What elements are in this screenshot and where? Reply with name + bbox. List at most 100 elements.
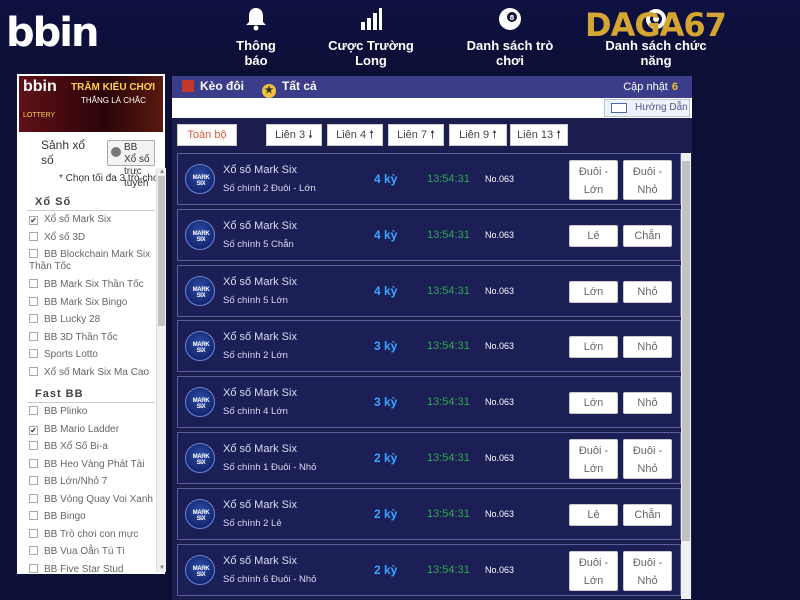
update-label: Cập nhật [623,81,668,93]
game-checkbox[interactable] [29,458,38,468]
sidebar-game-item[interactable]: BB Mark Six Bingo [29,296,155,309]
scroll-up-icon[interactable]: ▲ [159,169,165,175]
game-checkbox[interactable] [29,493,38,503]
mark-six-icon: MARK SIX [185,331,215,362]
sidebar-game-item[interactable]: ✔ Xổ số Mark Six [29,214,155,226]
promo-banner[interactable]: bbin TRĂM KIỂU CHƠI THẮNG LÀ CHẮC LOTTER… [19,76,163,132]
sidebar-game-item[interactable]: BB Trò chơi con mực [29,528,155,541]
guide-button[interactable]: Hướng Dẫn [604,99,690,117]
sidebar-game-item[interactable]: BB Five Star Stud [29,563,155,574]
game-checkbox[interactable] [29,231,38,241]
game-checkbox[interactable] [29,296,38,306]
tab-all[interactable]: ★ Tất cả [262,79,317,98]
bet-type: Số chính 2 Đuôi - Lớn [223,183,316,194]
bet-option-button[interactable]: Đuôi - Lớn [569,550,618,591]
bet-option-button[interactable]: Đuôi - Nhỏ [623,439,672,479]
scroll-thumb[interactable] [158,176,165,326]
bet-option-button[interactable]: Đuôi - Lớn [569,160,618,200]
sidebar-game-item[interactable]: BB Plinko [29,406,155,418]
nav-long-streak[interactable]: Cược Trường Long [312,6,430,68]
bet-option-button[interactable]: Chẵn [623,503,672,526]
sidebar-game-item[interactable]: Xổ số 3D [29,231,155,244]
filter-button[interactable]: Liên 9 🠕 [449,124,507,146]
scroll-thumb[interactable] [682,161,690,541]
game-checkbox[interactable] [29,279,38,288]
game-checkbox[interactable]: ✔ [29,216,38,225]
sidebar-scrollbar[interactable]: ▲ ▼ [156,168,166,572]
sidebar-game-item[interactable]: BB Vua Oẳn Tù Tì [29,546,155,558]
game-checkbox[interactable] [29,511,38,520]
nav-label: Danh sách trò chơi [466,38,554,68]
game-name: Xổ số Mark Six [223,164,297,176]
game-name: Xổ số Mark Six [223,554,297,567]
icon-text: MARK SIX [192,175,210,187]
icon-text: MARK SIX [192,509,210,522]
bet-option-button[interactable]: Lẻ [569,224,618,247]
game-checkbox[interactable] [29,331,38,341]
sidebar-game-item[interactable]: Xổ số Mark Six Ma Cao [29,366,155,379]
game-checkbox[interactable] [29,249,38,258]
sidebar-game-item[interactable]: ✔ BB Mario Ladder [29,424,155,436]
sidebar-game-item[interactable]: BB Xổ Số Bi-a [29,441,155,453]
bet-option-button[interactable]: Lớn [569,392,618,415]
draw-number: No.063 [485,453,515,463]
hall-select-button[interactable]: BB Xổ số trực tuyến [107,140,155,189]
filter-button[interactable]: Liên 7 🠕 [388,124,444,146]
draw-number: No.063 [485,285,515,296]
game-checkbox[interactable] [29,406,38,415]
game-checkbox[interactable] [29,563,38,573]
game-checkbox[interactable] [29,546,38,555]
sidebar-game-item[interactable]: Sports Lotto [29,349,155,361]
streak-count: 3 kỳ [374,339,398,354]
game-label: BB Mark Six Bingo [44,296,128,308]
main-scrollbar[interactable] [681,153,691,599]
game-label: Xổ số Mark Six Ma Cao [44,366,150,378]
bet-option-button[interactable]: Đuôi - Lớn [569,439,618,479]
countdown-time: 13:54:31 [427,284,470,297]
game-icon [111,147,121,157]
sidebar-game-item[interactable]: BB Mark Six Thần Tốc [29,279,155,291]
bar-chart-icon [182,80,194,92]
bet-option-button[interactable]: Lớn [569,336,618,359]
sidebar-game-item[interactable]: BB Lucky 28 [29,314,155,326]
sidebar-game-item[interactable]: BB 3D Thần Tốc [29,331,155,344]
game-checkbox[interactable] [29,349,38,358]
bet-option-button[interactable]: Lẻ [569,503,618,526]
bet-option-button[interactable]: Nhỏ [623,392,672,415]
filter-button[interactable]: Liên 4 🠕 [327,124,383,146]
filter-button[interactable]: Liên 13 🠕 [510,124,568,146]
streak-count: 2 kỳ [374,506,398,521]
draw-number: No.063 [485,229,515,240]
game-name: Xổ số Mark Six [223,331,297,344]
bet-option-button[interactable]: Lớn [569,280,618,303]
nav-game-list[interactable]: 8 Danh sách trò chơi [453,6,567,68]
bbin-logo[interactable]: bbin [6,10,99,56]
draw-number: No.063 [485,174,515,184]
sidebar-game-item[interactable]: BB Bingo [29,511,155,523]
bet-option-button[interactable]: Đuôi - Nhỏ [623,160,672,200]
top-header: bbin Thông báo Cược Trường Long 8 Danh s… [0,0,800,68]
sidebar-game-item[interactable]: BB Lớn/Nhỏ 7 [29,476,155,488]
game-checkbox[interactable] [29,441,38,450]
sidebar-game-item[interactable]: BB Vòng Quay Voi Xanh [29,493,155,506]
sidebar-game-item[interactable]: BB Heo Vàng Phát Tài [29,458,155,471]
bet-option-button[interactable]: Đuôi - Nhỏ [623,550,672,591]
game-checkbox[interactable] [29,366,38,376]
game-checkbox[interactable] [29,528,38,538]
game-checkbox[interactable] [29,476,38,485]
game-checkbox[interactable]: ✔ [29,425,38,435]
sidebar-game-item[interactable]: BB Blockchain Mark Six Thần Tốc [29,249,155,273]
scroll-down-icon[interactable]: ▼ [159,565,165,571]
bet-option-button[interactable]: Nhỏ [623,280,672,303]
bet-type: Số chính 6 Đuôi - Nhỏ [223,573,317,585]
game-label: BB Plinko [44,406,88,417]
divider [27,402,155,403]
filter-button[interactable]: Liên 3 🠗 [266,124,322,146]
game-label: Sports Lotto [44,349,98,360]
tab-pair-bets[interactable]: Kèo đôi [182,79,244,93]
game-checkbox[interactable] [29,314,38,323]
filter-button[interactable]: Toàn bộ [177,124,237,146]
bet-option-button[interactable]: Nhỏ [623,336,672,359]
bet-option-button[interactable]: Chẵn [623,224,672,247]
nav-notifications[interactable]: Thông báo [224,6,288,68]
